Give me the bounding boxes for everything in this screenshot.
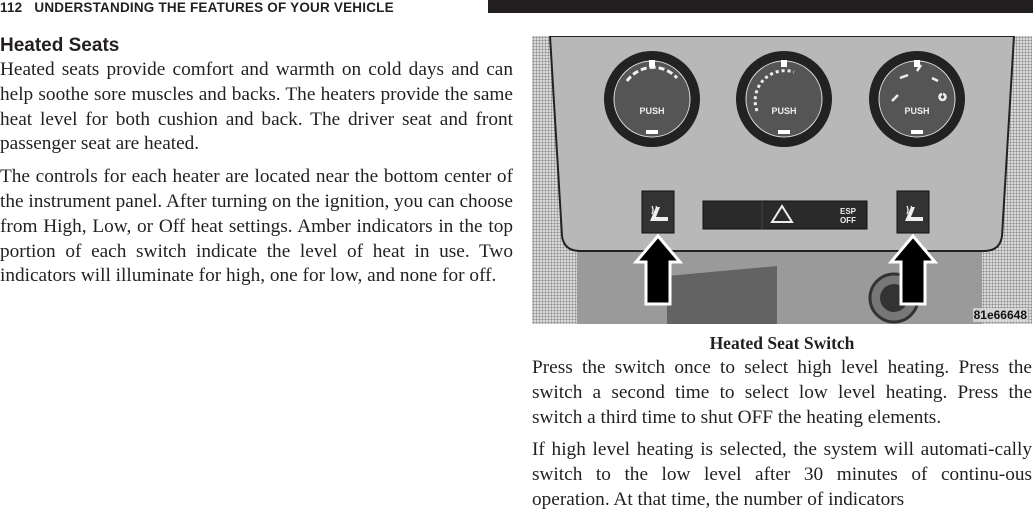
header-rule-bar xyxy=(488,0,1033,13)
figure-id: 81e66648 xyxy=(972,308,1028,322)
mode-dial-push-label: PUSH xyxy=(904,106,929,116)
paragraph-auto-switch: If high level heating is selected, the s… xyxy=(532,439,1032,510)
paragraph-controls: The controls for each heater are located… xyxy=(0,166,513,287)
temp-dial-push-label: PUSH xyxy=(771,106,796,116)
fan-dial-push-label: PUSH xyxy=(639,106,664,116)
left-heated-seat-switch[interactable] xyxy=(641,190,675,234)
paragraph-intro: Heated seats provide comfort and warmth … xyxy=(0,59,513,155)
left-column: Heated Seats Heated seats provide comfor… xyxy=(0,34,513,289)
paragraph-press-switch: Press the switch once to select high lev… xyxy=(532,357,1032,428)
fan-speed-dial[interactable]: PUSH xyxy=(604,51,700,147)
temperature-dial[interactable]: PUSH xyxy=(736,51,832,147)
right-heated-seat-switch[interactable] xyxy=(896,190,930,234)
airflow-mode-dial[interactable]: PUSH xyxy=(869,51,965,147)
off-label: OFF xyxy=(840,216,856,225)
instrument-panel-illustration: PUSH PUSH PUSH ESP OFF xyxy=(548,36,1016,324)
figure-caption: Heated Seat Switch xyxy=(709,333,855,353)
center-switch-strip: ESP OFF xyxy=(702,200,868,230)
manual-page: 112 UNDERSTANDING THE FEATURES OF YOUR V… xyxy=(0,0,1033,520)
chapter-title: UNDERSTANDING THE FEATURES OF YOUR VEHIC… xyxy=(34,0,394,15)
page-number: 112 xyxy=(0,0,23,15)
right-column: PUSH PUSH PUSH ESP OFF 81e66648 Heated S… xyxy=(532,36,1032,513)
storage-bin xyxy=(667,266,777,324)
heated-seat-switch-figure: PUSH PUSH PUSH ESP OFF 81e66648 xyxy=(532,36,1032,324)
esp-label: ESP xyxy=(840,207,857,216)
section-heading: Heated Seats xyxy=(0,35,120,56)
esp-off-button[interactable]: ESP OFF xyxy=(840,207,857,225)
running-header: 112 UNDERSTANDING THE FEATURES OF YOUR V… xyxy=(0,0,1033,16)
